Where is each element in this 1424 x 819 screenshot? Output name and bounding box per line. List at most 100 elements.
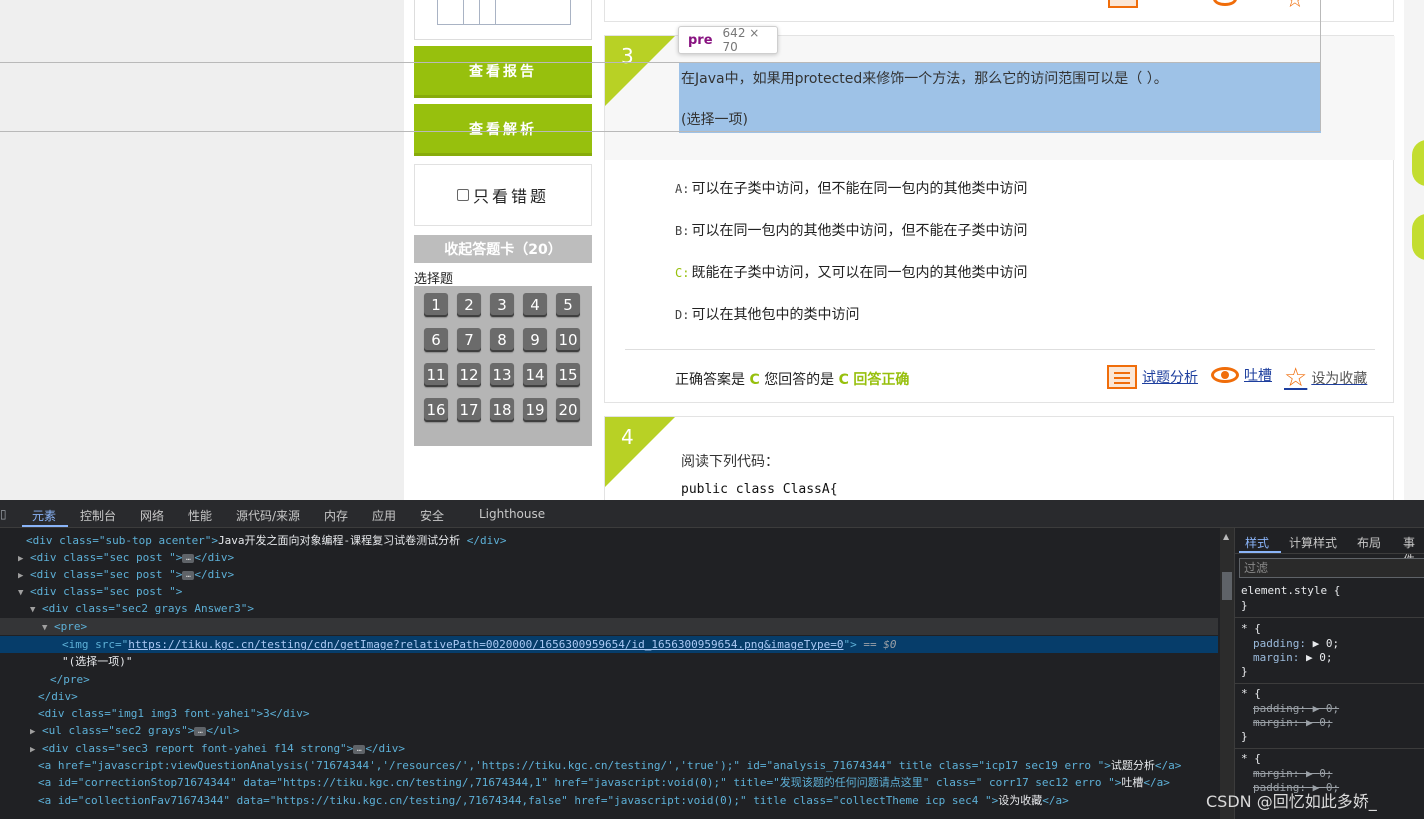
question-type-label: 选择题 <box>414 272 454 287</box>
dom-node[interactable]: ▼ <div class="sec2 grays Answer3"> <box>0 600 1218 617</box>
dom-scrollbar[interactable]: ▲ <box>1220 528 1234 819</box>
dom-node[interactable]: "(选择一项)" <box>0 653 1218 670</box>
dom-node[interactable]: ▼ <div class="sec post "> <box>0 583 1218 600</box>
answer-card-item[interactable]: 2 <box>457 293 481 317</box>
css-property: margin: <box>1253 716 1300 729</box>
answer-card-item[interactable]: 17 <box>457 398 481 422</box>
css-declaration[interactable]: margin: ▶ 0; <box>1253 651 1332 665</box>
answer-card-item[interactable]: 16 <box>424 398 448 422</box>
answer-card-item[interactable]: 18 <box>490 398 514 422</box>
only-wrong-filter[interactable]: 只看错题 <box>414 164 592 226</box>
dom-url-link[interactable]: https://tiku.kgc.cn/testing/cdn/getImage… <box>128 638 843 651</box>
answer-card-item[interactable]: 9 <box>523 328 547 352</box>
devtools-tab-partial[interactable]: ▯ <box>0 507 7 521</box>
dom-node[interactable]: <div class="img1 img3 font-yahei">3</div… <box>0 705 1218 722</box>
answer-card-item[interactable]: 8 <box>490 328 514 352</box>
answer-card-item[interactable]: 12 <box>457 363 481 387</box>
tab-memory[interactable]: 内存 <box>324 507 348 524</box>
ellipsis-icon[interactable]: … <box>353 744 366 754</box>
tooltip-tag: pre <box>688 32 713 48</box>
question-analysis-link[interactable]: 试题分析 <box>1107 365 1198 389</box>
scroll-up-icon[interactable]: ▲ <box>1223 532 1229 541</box>
favorite-link[interactable]: ☆ 设为收藏 <box>1284 365 1367 391</box>
answer-card-item[interactable]: 19 <box>523 398 547 422</box>
tab-styles[interactable]: 样式 <box>1245 534 1269 551</box>
dom-tag: <div class="sec post "> <box>30 585 183 598</box>
dom-tag: </div> <box>194 551 235 564</box>
collapse-arrow-icon[interactable]: ▼ <box>42 623 47 633</box>
dom-node[interactable]: ▶ <div class="sec post ">… </div> <box>0 566 1218 583</box>
option-key: B: <box>675 224 690 238</box>
view-report-button[interactable]: 查看报告 <box>414 46 592 98</box>
eye-icon[interactable] <box>1213 0 1237 6</box>
answer-card-item[interactable]: 13 <box>490 363 514 387</box>
dom-node[interactable]: <a id="correctionStop71674344" data="htt… <box>0 774 1218 791</box>
expand-arrow-icon[interactable]: ▶ <box>30 745 35 755</box>
scrollbar-thumb[interactable] <box>1222 572 1232 600</box>
css-property: margin: <box>1253 767 1300 780</box>
option-text: 可以在子类中访问，但不能在同一包内的其他类中访问 <box>691 181 1028 197</box>
css-declaration-overridden[interactable]: padding: ▶ 0; <box>1253 702 1339 716</box>
answer-card-item[interactable]: 15 <box>556 363 580 387</box>
answer-card-item[interactable]: 6 <box>424 328 448 352</box>
css-declaration-overridden[interactable]: margin: ▶ 0; <box>1253 716 1332 730</box>
tab-console[interactable]: 控制台 <box>80 507 116 524</box>
tab-application[interactable]: 应用 <box>372 507 396 524</box>
floating-green-button[interactable] <box>1412 140 1424 186</box>
dom-node[interactable]: ▶ <div class="sec post ">… </div> <box>0 549 1218 566</box>
ellipsis-icon[interactable]: … <box>194 726 207 736</box>
dom-tag: <div class="sec2 grays Answer3"> <box>42 602 254 615</box>
dom-node-selected[interactable]: <img src="https://tiku.kgc.cn/testing/cd… <box>0 636 1218 653</box>
only-wrong-checkbox[interactable] <box>456 189 469 201</box>
tab-layout[interactable]: 布局 <box>1357 534 1381 551</box>
css-brace: } <box>1241 730 1248 743</box>
ellipsis-icon[interactable]: … <box>182 570 195 580</box>
dom-tree[interactable]: <div class="sub-top acenter">Java开发之面向对象… <box>0 528 1218 819</box>
collapse-arrow-icon[interactable]: ▼ <box>18 588 23 598</box>
ellipsis-icon[interactable]: … <box>182 553 195 563</box>
answer-card-item[interactable]: 5 <box>556 293 580 317</box>
answer-card-item[interactable]: 20 <box>556 398 580 422</box>
css-declaration[interactable]: padding: ▶ 0; <box>1253 637 1339 651</box>
dom-node[interactable]: <a id="collectionFav71674344" data="http… <box>0 792 1218 809</box>
tab-security[interactable]: 安全 <box>420 507 444 524</box>
tab-computed[interactable]: 计算样式 <box>1289 534 1337 551</box>
css-declaration-overridden[interactable]: margin: ▶ 0; <box>1253 767 1332 781</box>
dom-node[interactable]: ▼ <pre> <box>0 618 1218 635</box>
collapse-arrow-icon[interactable]: ▼ <box>30 605 35 615</box>
answer-card-item[interactable]: 7 <box>457 328 481 352</box>
dom-node[interactable]: ▶ <div class="sec3 report font-yahei f14… <box>0 740 1218 757</box>
answer-card-item[interactable]: 14 <box>523 363 547 387</box>
tab-elements[interactable]: 元素 <box>32 507 56 524</box>
dom-node[interactable]: ▶ <ul class="sec2 grays">… </ul> <box>0 722 1218 739</box>
tab-performance[interactable]: 性能 <box>188 507 212 524</box>
collapse-answer-card-button[interactable]: 收起答题卡（20） <box>414 235 592 263</box>
star-icon[interactable]: ☆ <box>1285 0 1305 13</box>
answer-card-item[interactable]: 11 <box>424 363 448 387</box>
answer-card-item[interactable]: 4 <box>523 293 547 317</box>
dom-node[interactable]: <a href="javascript:viewQuestionAnalysis… <box>0 757 1218 774</box>
expand-arrow-icon[interactable]: ▶ <box>18 571 23 581</box>
dom-node[interactable]: <div class="sub-top acenter">Java开发之面向对象… <box>0 532 1218 549</box>
dom-node[interactable]: </pre> <box>0 671 1218 688</box>
tab-network[interactable]: 网络 <box>140 507 164 524</box>
dom-tag: <div class="sub-top acenter"> <box>26 534 219 547</box>
analysis-icon[interactable] <box>1108 0 1138 8</box>
answer-card-item[interactable]: 1 <box>424 293 448 317</box>
csdn-watermark: CSDN @回忆如此多娇_ <box>1206 792 1377 811</box>
floating-green-button[interactable] <box>1412 214 1424 260</box>
dom-tag: </a> <box>1154 759 1182 772</box>
view-analysis-button[interactable]: 查看解析 <box>414 104 592 156</box>
rule-separator <box>1235 748 1424 749</box>
styles-filter-input[interactable]: 过滤 <box>1239 558 1424 578</box>
expand-arrow-icon[interactable]: ▶ <box>30 727 35 737</box>
dom-node[interactable]: </div> <box>0 688 1218 705</box>
dom-tag: "> <box>843 638 857 651</box>
answer-card-item[interactable]: 3 <box>490 293 514 317</box>
answer-card-item[interactable]: 10 <box>556 328 580 352</box>
expand-arrow-icon[interactable]: ▶ <box>18 554 23 564</box>
tab-sources[interactable]: 源代码/来源 <box>236 507 300 524</box>
tab-lighthouse[interactable]: Lighthouse <box>479 507 545 521</box>
comment-link[interactable]: 吐槽 <box>1211 365 1272 385</box>
dom-tag: </a> <box>1042 794 1069 807</box>
